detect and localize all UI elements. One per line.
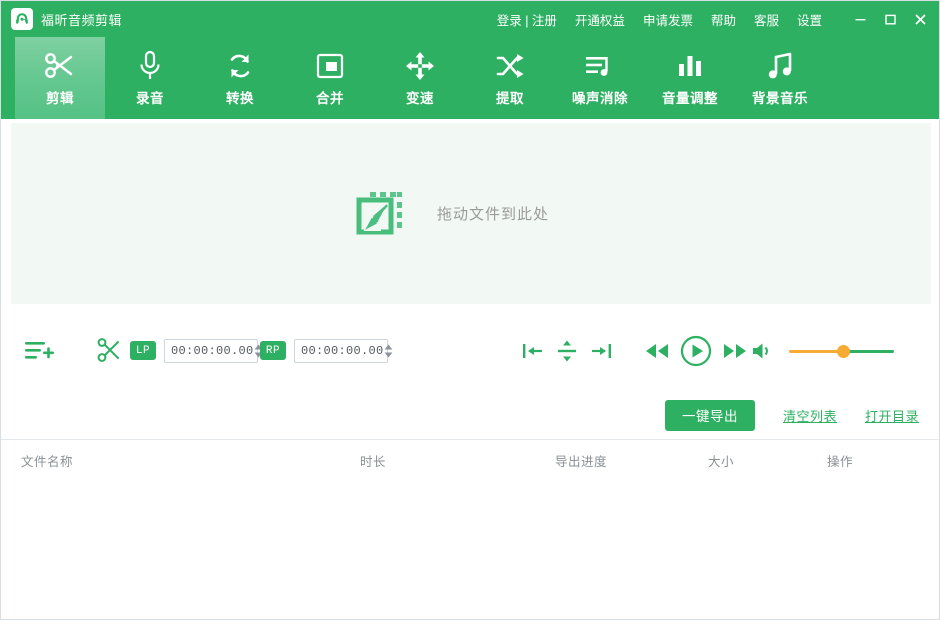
volume-slider-filled xyxy=(789,350,843,353)
tab-label-extract: 提取 xyxy=(496,87,524,107)
tab-label-merge: 合并 xyxy=(316,87,344,107)
tab-extract[interactable]: 提取 xyxy=(465,37,555,119)
convert-arrows-icon xyxy=(225,49,255,83)
drop-zone-label: 拖动文件到此处 xyxy=(437,203,549,224)
window-controls xyxy=(845,4,935,34)
application-window: 福昕音频剪辑 登录 | 注册 开通权益 申请发票 帮助 客服 设置 xyxy=(0,0,940,620)
volume-bars-icon xyxy=(676,49,704,83)
menu-item-settings[interactable]: 设置 xyxy=(788,10,831,29)
left-point-chip[interactable]: LP xyxy=(130,341,156,360)
tab-edit[interactable]: 剪辑 xyxy=(15,37,105,119)
headphones-icon xyxy=(11,8,33,30)
menu-item-request-invoice[interactable]: 申请发票 xyxy=(634,10,702,29)
tab-merge[interactable]: 合并 xyxy=(285,37,375,119)
play-icon[interactable] xyxy=(674,321,718,381)
app-title: 福昕音频剪辑 xyxy=(41,10,122,29)
maximize-icon[interactable] xyxy=(875,4,905,34)
speaker-icon[interactable] xyxy=(751,341,773,361)
merge-square-icon xyxy=(315,49,345,83)
spinner-up-icon xyxy=(384,344,393,350)
column-header-duration: 时长 xyxy=(360,451,386,470)
export-button[interactable]: 一键导出 xyxy=(665,400,755,431)
column-header-size: 大小 xyxy=(708,451,734,470)
minimize-icon[interactable] xyxy=(845,4,875,34)
column-header-filename: 文件名称 xyxy=(21,451,73,470)
transport-controls xyxy=(516,321,752,381)
left-point-time-field[interactable]: 00:00:00.00 xyxy=(164,339,258,363)
tab-label-convert: 转换 xyxy=(226,87,254,107)
tab-record[interactable]: 录音 xyxy=(105,37,195,119)
volume-slider[interactable] xyxy=(789,341,894,361)
rewind-icon[interactable] xyxy=(640,321,674,381)
column-header-export-progress: 导出进度 xyxy=(555,451,607,470)
add-to-list-icon[interactable] xyxy=(23,337,55,365)
tab-label-edit: 剪辑 xyxy=(46,87,74,107)
transport-spacer xyxy=(618,321,640,381)
title-bar: 福昕音频剪辑 登录 | 注册 开通权益 申请发票 帮助 客服 设置 xyxy=(1,1,940,37)
tab-label-volume-adjust: 音量调整 xyxy=(662,87,718,107)
file-table-body[interactable] xyxy=(1,478,940,620)
volume-slider-track xyxy=(843,350,894,353)
menu-item-open-benefits[interactable]: 开通权益 xyxy=(566,10,634,29)
tab-background-music[interactable]: 背景音乐 xyxy=(735,37,825,119)
drop-zone-content: 拖动文件到此处 xyxy=(353,186,549,242)
brand: 福昕音频剪辑 xyxy=(11,8,122,30)
left-point-time-value[interactable]: 00:00:00.00 xyxy=(165,344,254,358)
export-actions-row: 一键导出 清空列表 打开目录 xyxy=(1,391,940,439)
shuffle-icon xyxy=(495,49,525,83)
right-point-spinner[interactable] xyxy=(384,340,395,362)
volume-slider-knob[interactable] xyxy=(837,345,850,358)
tab-volume-adjust[interactable]: 音量调整 xyxy=(645,37,735,119)
mark-out-icon[interactable] xyxy=(584,321,618,381)
music-note-icon xyxy=(766,49,794,83)
scissors-icon xyxy=(44,49,76,83)
drag-file-here-icon xyxy=(353,186,409,242)
noise-reduction-icon xyxy=(584,49,616,83)
tab-label-background-music: 背景音乐 xyxy=(752,87,808,107)
tab-label-speed: 变速 xyxy=(406,87,434,107)
tab-convert[interactable]: 转换 xyxy=(195,37,285,119)
right-point-chip[interactable]: RP xyxy=(260,341,286,360)
file-drop-zone[interactable]: 拖动文件到此处 xyxy=(11,123,931,304)
title-bar-menu: 登录 | 注册 开通权益 申请发票 帮助 客服 设置 xyxy=(488,4,940,34)
tab-noise-reduction[interactable]: 噪声消除 xyxy=(555,37,645,119)
volume-control xyxy=(751,321,894,381)
mark-in-icon[interactable] xyxy=(516,321,550,381)
scissors-cut-icon[interactable] xyxy=(96,335,122,365)
tab-speed[interactable]: 变速 xyxy=(375,37,465,119)
right-point-time-value[interactable]: 00:00:00.00 xyxy=(295,344,384,358)
menu-item-customer-service[interactable]: 客服 xyxy=(745,10,788,29)
speed-arrows-icon xyxy=(405,49,435,83)
clear-list-link[interactable]: 清空列表 xyxy=(783,406,837,425)
tab-label-noise-reduction: 噪声消除 xyxy=(572,87,628,107)
right-point-time-field[interactable]: 00:00:00.00 xyxy=(294,339,388,363)
split-icon[interactable] xyxy=(550,321,584,381)
tab-label-record: 录音 xyxy=(136,87,164,107)
open-folder-link[interactable]: 打开目录 xyxy=(865,406,919,425)
spinner-down-icon xyxy=(384,352,393,358)
menu-item-help[interactable]: 帮助 xyxy=(702,10,745,29)
file-table-header: 文件名称 时长 导出进度 大小 操作 xyxy=(1,440,940,478)
microphone-icon xyxy=(137,49,163,83)
column-header-actions: 操作 xyxy=(827,451,853,470)
menu-item-login-register[interactable]: 登录 | 注册 xyxy=(488,10,566,29)
module-tab-strip: 剪辑 录音 转换 xyxy=(1,37,940,119)
close-icon[interactable] xyxy=(905,4,935,34)
fast-forward-icon[interactable] xyxy=(718,321,752,381)
